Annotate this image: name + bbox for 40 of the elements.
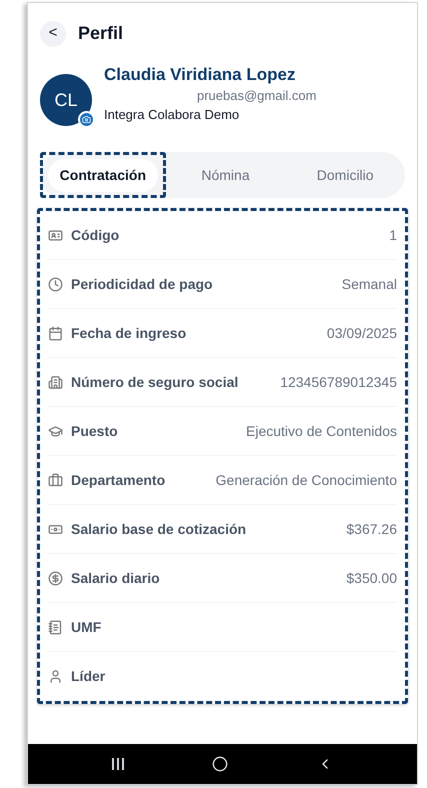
field-value: 1 <box>389 226 397 244</box>
clock-icon <box>48 276 63 292</box>
field-value: 123456789012345 <box>280 372 397 392</box>
profile-email: pruebas@gmail.com <box>196 87 316 105</box>
tab[interactable]: Domicilio <box>304 158 386 192</box>
dollar-coin-icon <box>48 570 63 586</box>
tab[interactable]: Nómina <box>189 158 262 192</box>
notebook-icon <box>48 620 63 634</box>
recent-apps-icon[interactable] <box>112 758 124 770</box>
graduation-cap-icon <box>48 424 63 438</box>
field-label: Salario base de cotización <box>71 520 246 538</box>
user-icon <box>48 669 63 684</box>
field-label: Salario diario <box>71 568 160 588</box>
tab[interactable]: Contratación <box>48 158 158 192</box>
camera-icon[interactable] <box>78 111 95 128</box>
field-value: 03/09/2025 <box>326 324 397 342</box>
building-icon <box>48 374 63 390</box>
field-label: UMF <box>71 618 102 636</box>
home-icon[interactable] <box>212 756 228 772</box>
company-name: Integra Colabora Demo <box>104 106 240 124</box>
avatar[interactable]: CL <box>40 74 92 126</box>
profile-name: Claudia Viridiana Lopez <box>104 64 296 86</box>
field-value: Ejecutivo de Contenidos <box>246 422 397 441</box>
field-value: Semanal <box>342 274 397 294</box>
page-title: Perfil <box>78 22 124 45</box>
field-label: Periodicidad de pago <box>71 274 213 294</box>
avatar-initials: CL <box>54 88 78 112</box>
field-label: Número de seguro social <box>71 372 238 392</box>
field-value: $350.00 <box>346 568 397 588</box>
field-label: Puesto <box>71 422 118 440</box>
field-value: Generación de Conocimiento <box>216 470 397 490</box>
field-label: Departamento <box>71 470 166 490</box>
field-label: Código <box>71 226 120 245</box>
calendar-icon <box>48 326 63 340</box>
field-value: $367.26 <box>346 520 397 538</box>
field-label: Líder <box>71 667 106 686</box>
field-label: Fecha de ingreso <box>71 324 186 343</box>
back-button[interactable]: < <box>40 20 66 46</box>
id-card-icon <box>48 228 63 242</box>
briefcase-icon <box>48 472 63 488</box>
